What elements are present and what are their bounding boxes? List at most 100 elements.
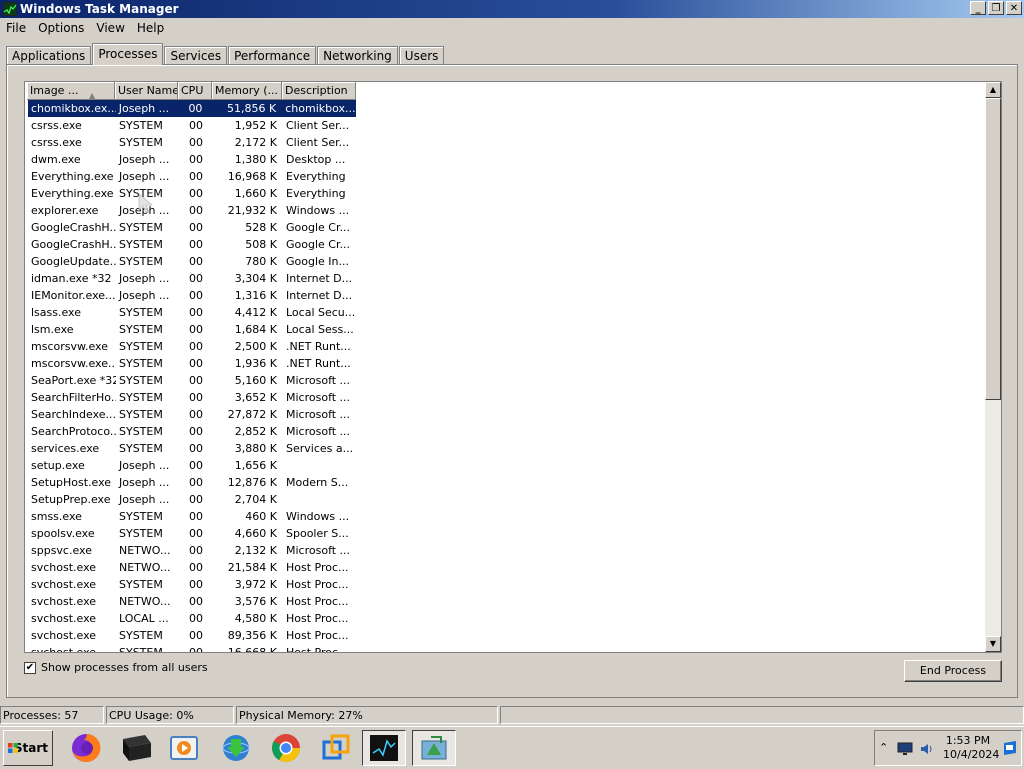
show-all-users-option[interactable]: ✔ Show processes from all users bbox=[24, 661, 208, 674]
table-row[interactable]: sppsvc.exe NETWO... 00 2,132 K Microsoft ... bbox=[28, 542, 357, 559]
tab-processes[interactable]: Processes bbox=[92, 43, 164, 65]
cell-user-name: Joseph ... bbox=[119, 170, 170, 183]
column-memory[interactable]: Memory (... bbox=[212, 82, 282, 100]
chrome-taskbar-button[interactable] bbox=[264, 730, 308, 766]
close-button[interactable]: ✕ bbox=[1006, 1, 1022, 15]
table-row[interactable]: mscorsvw.exe SYSTEM 00 2,500 K .NET Runt... bbox=[28, 338, 357, 355]
table-row[interactable]: spoolsv.exe SYSTEM 00 4,660 K Spooler S... bbox=[28, 525, 357, 542]
cell-cpu: 00 bbox=[189, 442, 203, 455]
title-bar[interactable]: Windows Task Manager _ ❐ ✕ bbox=[0, 0, 1024, 18]
cell-cpu: 00 bbox=[189, 306, 203, 319]
column-cpu[interactable]: CPU bbox=[178, 82, 212, 100]
monitor-icon[interactable] bbox=[897, 742, 913, 756]
speaker-icon[interactable] bbox=[919, 742, 935, 756]
table-row[interactable]: svchost.exe SYSTEM 00 89,356 K Host Proc... bbox=[28, 627, 357, 644]
app-taskbar-button[interactable] bbox=[412, 730, 456, 766]
tab-networking[interactable]: Networking bbox=[317, 46, 398, 65]
table-row[interactable]: lsass.exe SYSTEM 00 4,412 K Local Secu... bbox=[28, 304, 357, 321]
cell-description: Modern S... bbox=[286, 476, 349, 489]
table-row[interactable]: SearchFilterHo... SYSTEM 00 3,652 K Microsof… bbox=[28, 389, 357, 406]
column-user-name[interactable]: User Name bbox=[115, 82, 178, 100]
task-manager-taskbar-button[interactable] bbox=[362, 730, 406, 766]
table-row[interactable]: GoogleUpdate... SYSTEM 00 780 K Google In... bbox=[28, 253, 357, 270]
system-tray: ⌃ 1:53 PM 10/4/2024 bbox=[874, 730, 1022, 766]
action-center-icon[interactable] bbox=[1003, 741, 1017, 755]
cell-memory: 780 K bbox=[245, 255, 277, 268]
cell-description: Client Ser... bbox=[286, 136, 350, 149]
process-list[interactable]: Image ... ▲ User Name CPU Memory (... De… bbox=[24, 81, 1002, 653]
restore-button[interactable]: ❐ bbox=[988, 1, 1004, 15]
cell-memory: 89,356 K bbox=[227, 629, 277, 642]
table-row[interactable]: svchost.exe NETWO... 00 3,576 K Host Proc... bbox=[28, 593, 357, 610]
table-row[interactable]: chomikbox.ex... Joseph ... 00 51,856 K chomi… bbox=[28, 100, 356, 117]
show-all-users-checkbox[interactable]: ✔ bbox=[24, 661, 36, 674]
cell-description: Host Proc... bbox=[286, 612, 349, 625]
table-row[interactable]: Everything.exe Joseph ... 00 16,968 K Everyt… bbox=[28, 168, 357, 185]
column-image-name[interactable]: Image ... ▲ bbox=[27, 82, 115, 100]
table-row[interactable]: svchost.exe SYSTEM 00 3,972 K Host Proc... bbox=[28, 576, 357, 593]
table-row[interactable]: svchost.exe SYSTEM 00 16,668 K Host Proc... bbox=[28, 644, 357, 652]
drive-taskbar-button[interactable] bbox=[114, 730, 158, 766]
clock-date: 10/4/2024 bbox=[943, 748, 1000, 761]
tab-services[interactable]: Services bbox=[164, 46, 228, 65]
table-row[interactable]: GoogleCrashH... SYSTEM 00 528 K Google Cr... bbox=[28, 219, 357, 236]
media-player-taskbar-button[interactable] bbox=[162, 730, 206, 766]
menu-help[interactable]: Help bbox=[131, 19, 170, 37]
vertical-scrollbar[interactable]: ▲ ▼ bbox=[985, 82, 1001, 652]
table-row[interactable]: svchost.exe LOCAL ... 00 4,580 K Host Proc..… bbox=[28, 610, 357, 627]
cell-image-name: svchost.exe bbox=[31, 612, 97, 625]
table-row[interactable]: GoogleCrashH... SYSTEM 00 508 K Google Cr... bbox=[28, 236, 357, 253]
clock-time: 1:53 PM bbox=[945, 734, 991, 747]
menu-options[interactable]: Options bbox=[32, 19, 90, 37]
column-description[interactable]: Description bbox=[282, 82, 356, 100]
scroll-thumb[interactable] bbox=[985, 98, 1001, 400]
table-row[interactable]: SearchProtoco... SYSTEM 00 2,852 K Microsoft… bbox=[28, 423, 357, 440]
table-row[interactable]: csrss.exe SYSTEM 00 1,952 K Client Ser... bbox=[28, 117, 357, 134]
cell-user-name: SYSTEM bbox=[119, 238, 163, 251]
minimize-button[interactable]: _ bbox=[970, 1, 986, 15]
cell-cpu: 00 bbox=[188, 102, 203, 115]
table-row[interactable]: csrss.exe SYSTEM 00 2,172 K Client Ser... bbox=[28, 134, 357, 151]
cell-user-name: SYSTEM bbox=[119, 340, 163, 353]
cell-description bbox=[283, 457, 357, 474]
table-row[interactable]: SetupPrep.exe Joseph ... 00 2,704 K bbox=[28, 491, 357, 508]
table-row[interactable]: SetupHost.exe Joseph ... 00 12,876 K Modern … bbox=[28, 474, 357, 491]
cell-cpu: 00 bbox=[189, 119, 203, 132]
tab-performance[interactable]: Performance bbox=[228, 46, 317, 65]
table-row[interactable]: dwm.exe Joseph ... 00 1,380 K Desktop ... bbox=[28, 151, 357, 168]
clock[interactable]: 1:53 PM 10/4/2024 bbox=[943, 734, 1000, 762]
scroll-up-button[interactable]: ▲ bbox=[985, 82, 1001, 98]
table-row[interactable]: svchost.exe NETWO... 00 21,584 K Host Proc..… bbox=[28, 559, 357, 576]
virtualbox-taskbar-button[interactable] bbox=[314, 730, 358, 766]
table-row[interactable]: Everything.exe SYSTEM 00 1,660 K Everything bbox=[28, 185, 357, 202]
start-button[interactable]: Start bbox=[3, 730, 53, 766]
end-process-button[interactable]: End Process bbox=[904, 660, 1002, 682]
cell-cpu: 00 bbox=[189, 272, 203, 285]
scroll-down-button[interactable]: ▼ bbox=[985, 636, 1001, 652]
cell-cpu: 00 bbox=[189, 204, 203, 217]
status-cpu-usage: CPU Usage: 0% bbox=[106, 706, 234, 724]
table-row[interactable]: services.exe SYSTEM 00 3,880 K Services a... bbox=[28, 440, 357, 457]
table-row[interactable]: lsm.exe SYSTEM 00 1,684 K Local Sess... bbox=[28, 321, 357, 338]
cell-user-name: Joseph ... bbox=[119, 153, 170, 166]
status-bar: Processes: 57 CPU Usage: 0% Physical Mem… bbox=[0, 705, 1024, 725]
table-row[interactable]: IEMonitor.exe... Joseph ... 00 1,316 K Inter… bbox=[28, 287, 357, 304]
table-row[interactable]: smss.exe SYSTEM 00 460 K Windows ... bbox=[28, 508, 357, 525]
table-row[interactable]: SearchIndexe... SYSTEM 00 27,872 K Microsoft… bbox=[28, 406, 357, 423]
chevron-up-icon[interactable]: ⌃ bbox=[879, 741, 888, 754]
table-row[interactable]: idman.exe *32 Joseph ... 00 3,304 K Internet… bbox=[28, 270, 357, 287]
download-manager-taskbar-button[interactable] bbox=[214, 730, 258, 766]
menu-view[interactable]: View bbox=[90, 19, 130, 37]
cell-description: Everything bbox=[286, 187, 346, 200]
cell-user-name: SYSTEM bbox=[119, 425, 163, 438]
table-row[interactable]: SeaPort.exe *32 SYSTEM 00 5,160 K Microsoft … bbox=[28, 372, 357, 389]
cell-memory: 1,316 K bbox=[234, 289, 277, 302]
cell-cpu: 00 bbox=[189, 425, 203, 438]
tab-applications[interactable]: Applications bbox=[6, 46, 92, 65]
table-row[interactable]: setup.exe Joseph ... 00 1,656 K bbox=[28, 457, 357, 474]
table-row[interactable]: mscorsvw.exe... SYSTEM 00 1,936 K .NET Runt.… bbox=[28, 355, 357, 372]
menu-file[interactable]: File bbox=[0, 19, 32, 37]
table-row[interactable]: explorer.exe Joseph ... 00 21,932 K Windows … bbox=[28, 202, 357, 219]
tab-users[interactable]: Users bbox=[398, 46, 445, 65]
firefox-taskbar-button[interactable] bbox=[64, 730, 108, 766]
